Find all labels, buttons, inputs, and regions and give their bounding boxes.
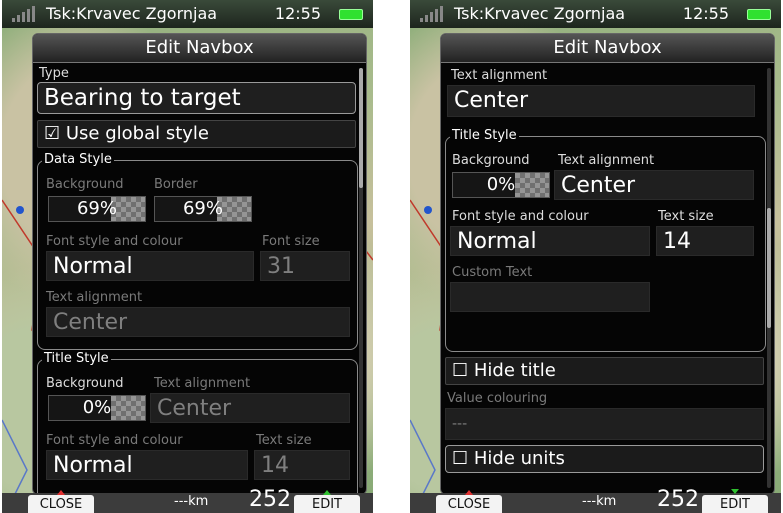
hide-units-checkbox[interactable]: ☐ Hide units [445,445,764,473]
signal-icon [12,6,35,22]
title-size-field[interactable]: 14 [656,226,754,256]
title-font-label: Font style and colour [452,209,589,224]
title-style-legend: Title Style [42,351,111,366]
title-align-label: Text alignment [558,153,655,168]
dialog-title: Edit Navbox [33,34,366,63]
clock: 12:55 [274,4,321,23]
value-colouring-select[interactable]: --- [445,408,764,440]
status-bar: Tsk:Krvavec Zgornjaa 12:55 [410,0,781,28]
arrow-up-icon [57,490,65,495]
title-background-button[interactable]: 0% [48,395,146,421]
edit-button[interactable]: EDIT [294,490,360,513]
data-style-group: Data Style Background Border 69% 69% Fon… [37,152,358,350]
arrow-up-icon [465,490,473,495]
custom-text-input[interactable] [450,282,650,312]
use-global-style-checkbox[interactable]: ☑ Use global style [37,120,356,148]
value-colouring-label: Value colouring [447,391,548,406]
title-align-label: Text alignment [154,376,251,391]
dialog-title: Edit Navbox [441,34,774,63]
title-font-select[interactable]: Normal [46,450,248,480]
title-size-field[interactable]: 14 [254,450,350,480]
title-size-label: Text size [658,209,714,224]
device-screen-right: Tsk:Krvavec Zgornjaa 12:55 Edit Navbox T… [410,0,781,513]
data-style-legend: Data Style [42,152,114,167]
data-background-button[interactable]: 69% [48,196,146,222]
dialog-body: Type Bearing to target ☑ Use global styl… [33,63,366,494]
battery-icon [747,9,771,20]
close-button[interactable]: CLOSE [28,490,94,513]
title-background-button[interactable]: 0% [452,172,550,198]
data-border-button[interactable]: 69% [154,196,252,222]
task-title: Tsk:Krvavec Zgornjaa [46,4,218,23]
clock: 12:55 [682,4,729,23]
battery-icon [339,9,363,20]
title-style-legend: Title Style [450,128,519,143]
distance-readout: ---km [174,494,209,509]
title-background-label: Background [46,376,124,391]
data-font-select[interactable]: Normal [46,251,254,281]
status-bar: Tsk:Krvavec Zgornjaa 12:55 [2,0,373,28]
edit-navbox-dialog: Edit Navbox Type Bearing to target ☑ Use… [32,33,367,495]
data-background-label: Background [46,177,124,192]
data-align-select[interactable]: Center [447,85,755,117]
value-readout: 252 [249,487,291,512]
data-align-label: Text alignment [451,68,548,83]
data-font-size-label: Font size [262,234,320,249]
distance-readout: ---km [582,494,617,509]
close-button[interactable]: CLOSE [436,490,502,513]
data-align-label: Text alignment [46,290,143,305]
task-title: Tsk:Krvavec Zgornjaa [454,4,626,23]
title-align-select[interactable]: Center [150,393,350,423]
title-background-label: Background [452,153,530,168]
dialog-body: Text alignment Center Title Style Backgr… [441,63,774,494]
title-style-group: Title Style Background Text alignment 0%… [445,128,766,352]
type-label: Type [39,66,69,81]
data-font-label: Font style and colour [46,234,183,249]
type-select[interactable]: Bearing to target [37,82,356,114]
device-screen-left: Tsk:Krvavec Zgornjaa 12:55 Edit Navbox T… [2,0,373,513]
title-font-select[interactable]: Normal [450,226,650,256]
edit-navbox-dialog: Edit Navbox Text alignment Center Title … [440,33,775,495]
value-readout: 252 [657,487,699,512]
title-align-select[interactable]: Center [554,170,754,200]
arrow-down-icon [731,489,739,494]
data-align-select[interactable]: Center [46,307,350,337]
title-style-group: Title Style Background Text alignment 0%… [37,351,358,494]
hide-title-checkbox[interactable]: ☐ Hide title [445,357,764,385]
custom-text-label: Custom Text [452,265,533,280]
edit-button[interactable]: EDIT [702,489,768,513]
title-size-label: Text size [256,433,312,448]
data-font-size-field[interactable]: 31 [260,251,350,281]
signal-icon [420,6,443,22]
title-font-label: Font style and colour [46,433,183,448]
data-border-label: Border [154,177,198,192]
arrow-up-icon [323,490,331,495]
